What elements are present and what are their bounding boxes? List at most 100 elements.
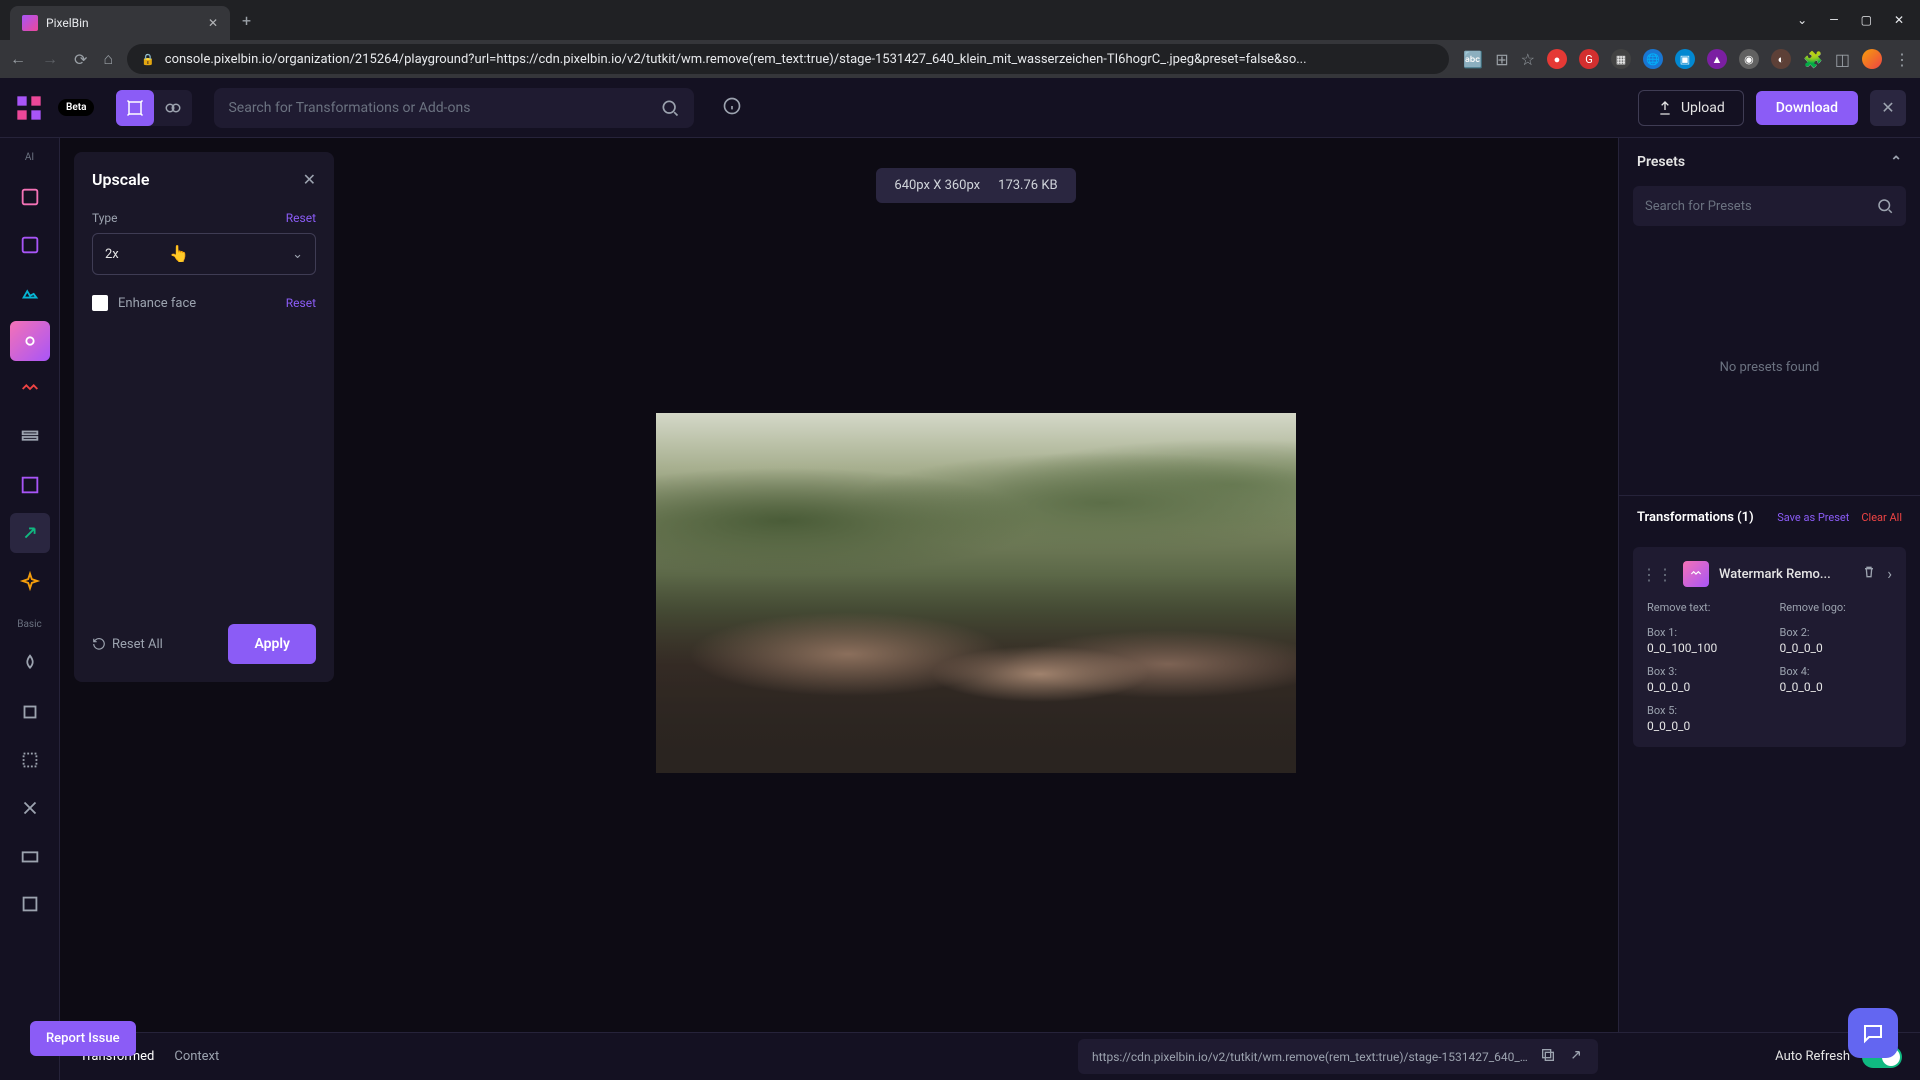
download-label: Download — [1776, 100, 1838, 116]
back-icon[interactable]: ← — [10, 49, 26, 69]
image-preview[interactable] — [656, 413, 1296, 773]
tab-context[interactable]: Context — [174, 1049, 219, 1064]
type-value: 2x — [105, 247, 119, 262]
transform-mode-button[interactable] — [116, 90, 154, 126]
chevron-down-icon[interactable]: ⌄ — [1797, 13, 1807, 27]
left-rail: AI Basic — [0, 138, 60, 1080]
browser-tab[interactable]: PixelBin ✕ — [10, 6, 230, 40]
ext-icon[interactable]: 🌐 — [1643, 49, 1663, 69]
right-sidebar: Presets ⌃ No presets found Transformatio… — [1618, 138, 1920, 1080]
home-icon[interactable]: ⌂ — [103, 49, 113, 69]
rail-item-upscale[interactable] — [10, 513, 50, 553]
reload-icon[interactable]: ⟳ — [74, 50, 87, 69]
new-tab-button[interactable]: + — [230, 11, 263, 30]
watermark-icon — [1683, 561, 1709, 587]
ext-icon[interactable]: ◐ — [1771, 49, 1791, 69]
rail-item[interactable] — [10, 740, 50, 780]
download-button[interactable]: Download — [1756, 91, 1858, 125]
rail-item[interactable] — [10, 273, 50, 313]
rail-item[interactable] — [10, 177, 50, 217]
report-issue-button[interactable]: Report Issue — [30, 1021, 136, 1056]
settings-panel: Upscale ✕ Type Reset 2x 👆 ⌄ Enhance face… — [74, 152, 334, 682]
addon-mode-button[interactable] — [154, 90, 192, 126]
presets-title: Presets — [1637, 154, 1685, 170]
drag-handle-icon[interactable]: ⋮⋮ — [1641, 565, 1673, 584]
rail-item[interactable] — [10, 836, 50, 876]
star-icon[interactable]: ☆ — [1521, 50, 1535, 69]
delete-icon[interactable] — [1861, 564, 1877, 584]
apply-button[interactable]: Apply — [228, 624, 316, 664]
rail-item[interactable] — [10, 788, 50, 828]
transform-name: Watermark Remo... — [1719, 567, 1851, 582]
upload-label: Upload — [1681, 100, 1725, 116]
forward-icon[interactable]: → — [42, 49, 58, 69]
open-icon[interactable] — [1568, 1047, 1584, 1066]
filesize-text: 173.76 KB — [998, 178, 1057, 193]
type-reset-link[interactable]: Reset — [286, 211, 316, 225]
tab-close-icon[interactable]: ✕ — [208, 16, 218, 30]
tab-title: PixelBin — [46, 16, 89, 30]
rail-item[interactable] — [10, 644, 50, 684]
enhance-face-label: Enhance face — [118, 296, 196, 311]
chevron-right-icon[interactable]: › — [1887, 564, 1892, 584]
type-label: Type — [92, 211, 118, 225]
upload-button[interactable]: Upload — [1638, 90, 1744, 126]
cursor-icon: 👆 — [169, 244, 189, 263]
minimize-icon[interactable]: — — [1829, 13, 1838, 27]
rail-item[interactable] — [10, 321, 50, 361]
ext-icon[interactable]: G — [1579, 49, 1599, 69]
ext-icon[interactable]: ◉ — [1739, 49, 1759, 69]
dimensions-text: 640px X 360px — [894, 178, 980, 193]
presets-search[interactable] — [1633, 186, 1906, 226]
enhance-face-checkbox[interactable] — [92, 295, 108, 311]
lock-icon: 🔒 — [141, 53, 155, 66]
report-issue-label: Report Issue — [46, 1031, 120, 1046]
output-url: https://cdn.pixelbin.io/v2/tutkit/wm.rem… — [1092, 1050, 1528, 1064]
url-field[interactable]: 🔒 console.pixelbin.io/organization/21526… — [127, 44, 1449, 74]
chat-bubble[interactable] — [1848, 1008, 1898, 1058]
maximize-icon[interactable]: ▢ — [1861, 13, 1872, 27]
canvas: 640px X 360px 173.76 KB — [334, 138, 1618, 1080]
extensions-icon[interactable]: 🧩 — [1803, 50, 1823, 69]
enhance-reset-link[interactable]: Reset — [286, 296, 316, 310]
menu-icon[interactable]: ⋮ — [1894, 50, 1910, 69]
search-box[interactable] — [214, 88, 694, 128]
search-input[interactable] — [228, 100, 650, 116]
ext-icon[interactable]: ▣ — [1675, 49, 1695, 69]
close-window-icon[interactable]: ✕ — [1894, 13, 1904, 27]
pixelbin-logo[interactable] — [14, 93, 44, 123]
rail-section-basic: Basic — [17, 619, 42, 630]
app-header: Beta Upload Download ✕ — [0, 78, 1920, 138]
reset-all-label: Reset All — [112, 637, 163, 652]
search-icon[interactable] — [660, 98, 680, 118]
copy-icon[interactable] — [1540, 1047, 1556, 1066]
clear-all-link[interactable]: Clear All — [1861, 511, 1902, 524]
ext-icon[interactable]: ● — [1547, 49, 1567, 69]
panel-close-icon[interactable]: ✕ — [303, 170, 316, 189]
type-select[interactable]: 2x 👆 ⌄ — [92, 233, 316, 275]
favicon-icon — [22, 15, 38, 31]
close-button[interactable]: ✕ — [1870, 90, 1906, 126]
rail-item[interactable] — [10, 417, 50, 457]
search-icon[interactable] — [1876, 197, 1894, 215]
rail-item[interactable] — [10, 465, 50, 505]
presets-search-input[interactable] — [1645, 199, 1876, 214]
chevron-up-icon[interactable]: ⌃ — [1890, 154, 1902, 170]
rail-item[interactable] — [10, 369, 50, 409]
install-icon[interactable]: ⊞ — [1495, 50, 1508, 69]
rail-item[interactable] — [10, 692, 50, 732]
ext-icon[interactable]: ▲ — [1707, 49, 1727, 69]
save-preset-link[interactable]: Save as Preset — [1777, 511, 1849, 524]
sidepanel-icon[interactable]: ◫ — [1835, 50, 1850, 69]
rail-item[interactable] — [10, 561, 50, 601]
beta-badge: Beta — [58, 99, 94, 116]
url-chip: https://cdn.pixelbin.io/v2/tutkit/wm.rem… — [1078, 1039, 1598, 1074]
rail-item[interactable] — [10, 225, 50, 265]
profile-avatar[interactable] — [1862, 49, 1882, 69]
rail-item[interactable] — [10, 884, 50, 924]
reset-all-button[interactable]: Reset All — [92, 637, 163, 652]
info-icon[interactable] — [722, 96, 742, 120]
panel-title: Upscale — [92, 170, 149, 189]
translate-icon[interactable]: 🔤 — [1463, 50, 1483, 69]
ext-icon[interactable]: ▦ — [1611, 49, 1631, 69]
